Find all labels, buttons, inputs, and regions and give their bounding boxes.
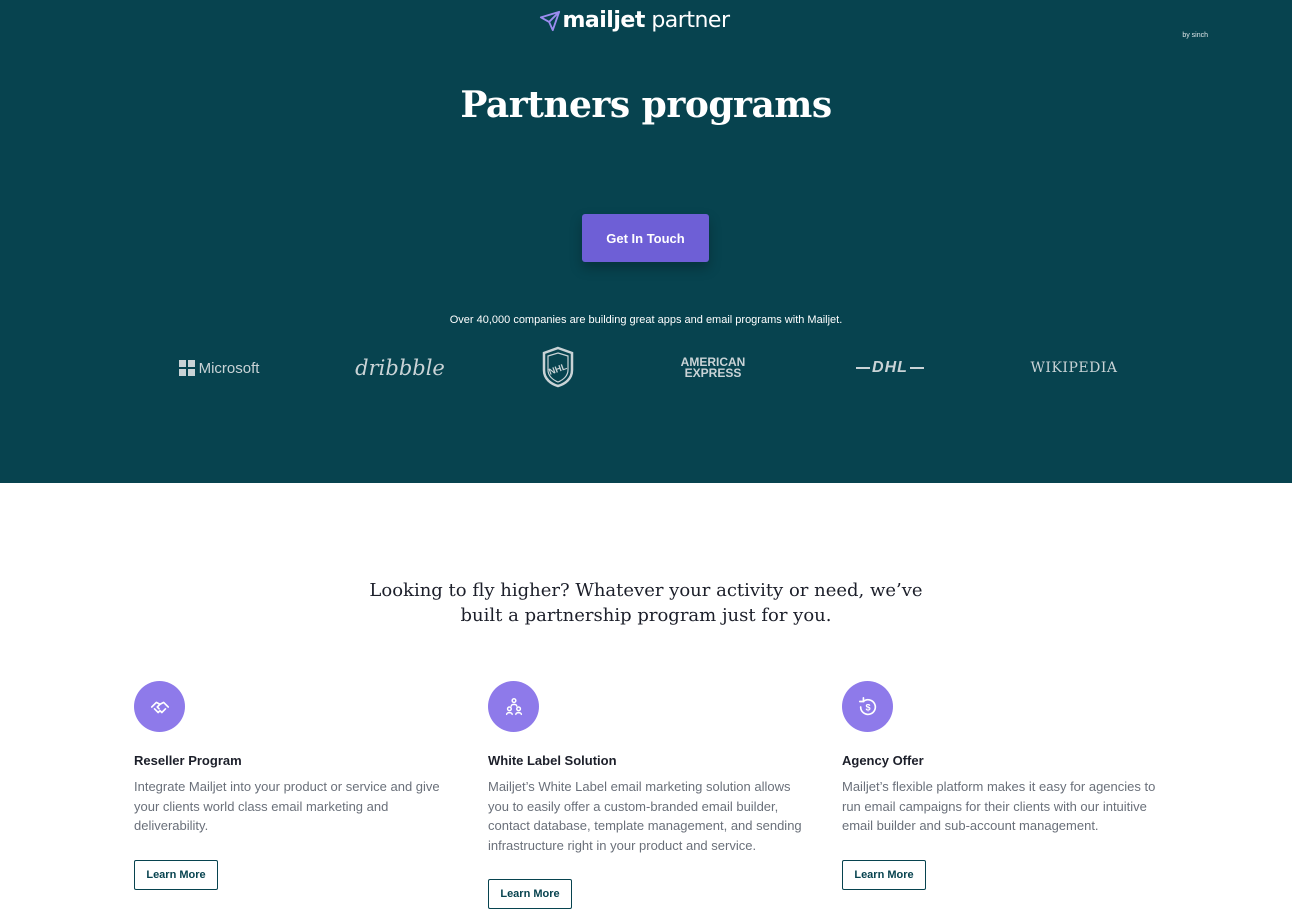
microsoft-logo: Microsoft [178, 355, 260, 381]
card-white-label-solution: White Label Solution Mailjet’s White Lab… [488, 681, 808, 909]
nhl-shield-icon: NHL [542, 346, 574, 388]
section-intro: Looking to fly higher? Whatever your act… [369, 580, 923, 626]
get-in-touch-button[interactable]: Get In Touch [582, 214, 709, 262]
card-title: White Label Solution [488, 753, 617, 768]
card-title: Agency Offer [842, 753, 924, 768]
card-title: Reseller Program [134, 753, 242, 768]
microsoft-label: Microsoft [198, 359, 260, 377]
reseller-learn-more-button[interactable]: Learn More [134, 860, 218, 890]
handshake-icon [134, 681, 185, 732]
microsoft-grid-icon [178, 360, 195, 376]
nhl-logo: NHL [540, 346, 576, 388]
svg-text:$: $ [865, 702, 870, 712]
dhl-label: DHL [872, 359, 908, 376]
dollar-refresh-icon: $ [842, 681, 893, 732]
card-reseller-program: Reseller Program Integrate Mailjet into … [134, 681, 454, 890]
mailjet-partner-logo[interactable]: mailjet partner by sinch [0, 8, 1292, 39]
dhl-logo: DHL [849, 355, 931, 381]
card-description: Mailjet’s White Label email marketing so… [488, 779, 802, 853]
paper-plane-icon [539, 10, 560, 32]
nhl-label: NHL [547, 361, 568, 377]
american-express-logo: AMERICAN EXPRESS [676, 355, 750, 381]
card-description: Integrate Mailjet into your product or s… [134, 779, 440, 833]
card-agency-offer: $ Agency Offer Mailjet’s flexible platfo… [842, 681, 1162, 890]
tagline: Over 40,000 companies are building great… [449, 314, 843, 326]
page-title: Partners programs [460, 84, 832, 126]
dribbble-logo: dribbble [355, 356, 445, 380]
people-group-icon [488, 681, 539, 732]
logo-suffix: partner [651, 8, 730, 33]
white-label-learn-more-button[interactable]: Learn More [488, 879, 572, 909]
hero-section: mailjet partner by sinch Partners progra… [0, 0, 1292, 483]
agency-learn-more-button[interactable]: Learn More [842, 860, 926, 890]
logo-sub: by sinch [1182, 32, 1208, 39]
amex-line2: EXPRESS [684, 366, 742, 380]
logo-brand: mailjet [562, 8, 646, 33]
wikipedia-logo: WIKIPEDIA [1030, 360, 1118, 376]
card-description: Mailjet’s flexible platform makes it eas… [842, 779, 1156, 833]
